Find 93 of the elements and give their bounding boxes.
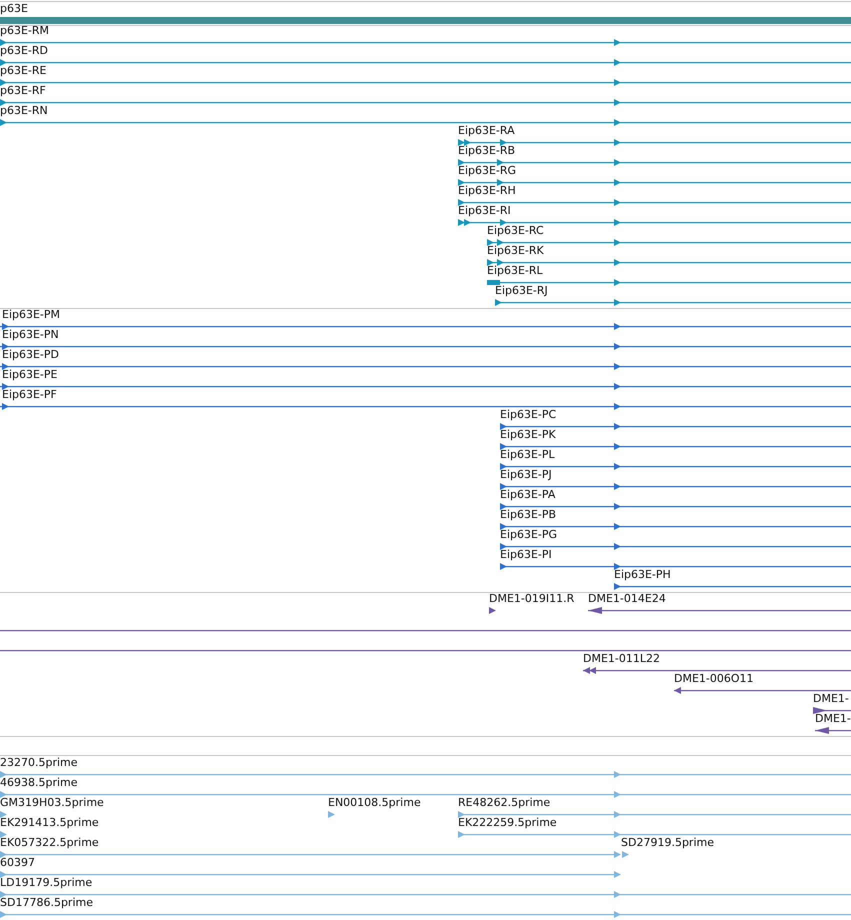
feature-label: Eip63E-RC bbox=[487, 224, 544, 238]
feature-track-drawing[interactable] bbox=[458, 219, 851, 226]
feature-track-drawing[interactable] bbox=[500, 423, 851, 430]
feature-track-drawing[interactable] bbox=[500, 523, 851, 530]
feature-label: SD17786.5prime bbox=[0, 896, 93, 910]
feature-track-drawing[interactable] bbox=[0, 771, 851, 778]
feature-label: Eip63E-PK bbox=[500, 428, 556, 442]
feature-track-drawing[interactable] bbox=[614, 583, 851, 590]
feature-track-drawing[interactable] bbox=[458, 139, 851, 146]
feature-track-drawing[interactable] bbox=[0, 791, 851, 798]
feature-label: Eip63E-RH bbox=[458, 184, 516, 198]
feature-track-drawing[interactable] bbox=[500, 563, 851, 570]
feature-track-drawing[interactable] bbox=[0, 99, 851, 106]
feature-track-drawing[interactable] bbox=[500, 463, 851, 470]
feature-track-drawing[interactable] bbox=[588, 607, 851, 614]
feature-track-drawing[interactable] bbox=[813, 707, 851, 714]
feature-track-drawing[interactable] bbox=[458, 159, 851, 166]
feature-label: Eip63E-PH bbox=[614, 568, 671, 582]
feature-track-drawing[interactable] bbox=[458, 831, 851, 838]
feature-label: Eip63E-PL bbox=[500, 448, 555, 462]
feature-label: DME1-011L22 bbox=[583, 652, 660, 666]
feature-track-drawing[interactable] bbox=[0, 911, 851, 918]
feature-label: Eip63E-RA bbox=[458, 124, 515, 138]
feature-label: Eip63E-RJ bbox=[495, 284, 548, 298]
feature-track-drawing[interactable] bbox=[500, 443, 851, 450]
feature-label: Eip63E-RL bbox=[487, 264, 543, 278]
feature-label: Eip63E-PD bbox=[2, 348, 60, 362]
feature-label: Eip63E-RB bbox=[458, 144, 516, 158]
feature-track-drawing[interactable] bbox=[0, 363, 851, 370]
feature-track-drawing[interactable] bbox=[583, 667, 851, 674]
feature-label: p63E-RE bbox=[0, 64, 46, 78]
feature-track-drawing[interactable] bbox=[489, 607, 496, 614]
feature-track-drawing[interactable] bbox=[487, 259, 851, 266]
feature-track-drawing[interactable] bbox=[0, 59, 851, 66]
feature-label: LD19179.5prime bbox=[0, 876, 92, 890]
feature-label: 60397 bbox=[0, 856, 35, 870]
feature-label: Eip63E-RI bbox=[458, 204, 511, 218]
feature-label: SD27919.5prime bbox=[621, 836, 714, 850]
feature-label: Eip63E-PE bbox=[2, 368, 58, 382]
feature-track-drawing[interactable] bbox=[0, 79, 851, 86]
feature-label: GM319H03.5prime bbox=[0, 796, 104, 810]
feature-label: EN00108.5prime bbox=[328, 796, 421, 810]
feature-track-drawing[interactable] bbox=[0, 343, 851, 350]
feature-label: Eip63E-PB bbox=[500, 508, 556, 522]
gene-label: p63E bbox=[0, 2, 28, 16]
feature-track-drawing[interactable] bbox=[328, 811, 335, 818]
feature-track-drawing[interactable] bbox=[487, 279, 851, 286]
feature-track-drawing[interactable] bbox=[487, 239, 851, 246]
feature-track-drawing[interactable] bbox=[0, 647, 851, 654]
feature-label: EK057322.5prime bbox=[0, 836, 99, 850]
feature-track-drawing[interactable] bbox=[0, 383, 851, 390]
feature-label: Eip63E-RG bbox=[458, 164, 516, 178]
feature-label: DME1- bbox=[815, 712, 851, 726]
feature-label: p63E-RF bbox=[0, 84, 46, 98]
feature-label: Eip63E-PI bbox=[500, 548, 552, 562]
feature-label: Eip63E-PF bbox=[2, 388, 57, 402]
feature-track-drawing[interactable] bbox=[0, 871, 621, 878]
feature-label: Eip63E-PJ bbox=[500, 468, 552, 482]
feature-track-drawing[interactable] bbox=[0, 811, 7, 818]
feature-label: p63E-RM bbox=[0, 24, 50, 38]
feature-label: Eip63E-PC bbox=[500, 408, 556, 422]
feature-label: EK222259.5prime bbox=[458, 816, 557, 830]
feature-track-drawing[interactable] bbox=[0, 119, 851, 126]
feature-label: EK291413.5prime bbox=[0, 816, 99, 830]
feature-label: DME1-019I11.R bbox=[489, 592, 574, 606]
feature-label: p63E-RD bbox=[0, 44, 48, 58]
feature-track-drawing[interactable] bbox=[500, 543, 851, 550]
feature-label: 23270.5prime bbox=[0, 756, 78, 770]
feature-track-drawing[interactable] bbox=[458, 179, 851, 186]
feature-track-drawing[interactable] bbox=[495, 299, 851, 306]
feature-track-drawing[interactable] bbox=[0, 403, 851, 410]
feature-track-drawing[interactable] bbox=[500, 503, 851, 510]
feature-label: 46938.5prime bbox=[0, 776, 78, 790]
feature-track-drawing[interactable] bbox=[0, 627, 851, 634]
feature-label: DME1-006O11 bbox=[674, 672, 754, 686]
feature-track-drawing[interactable] bbox=[0, 323, 851, 330]
feature-label: Eip63E-PN bbox=[2, 328, 59, 342]
feature-label: Eip63E-PG bbox=[500, 528, 558, 542]
feature-label: DME1- bbox=[813, 692, 849, 706]
feature-track-drawing[interactable] bbox=[674, 687, 851, 694]
feature-label: DME1-014E24 bbox=[588, 592, 666, 606]
feature-track-drawing[interactable] bbox=[0, 39, 851, 46]
feature-label: p63E-RN bbox=[0, 104, 48, 118]
feature-label: Eip63E-RK bbox=[487, 244, 544, 258]
feature-track-drawing[interactable] bbox=[815, 727, 851, 734]
feature-label: RE48262.5prime bbox=[458, 796, 550, 810]
feature-track-drawing[interactable] bbox=[500, 483, 851, 490]
feature-track-drawing[interactable] bbox=[0, 831, 7, 838]
feature-track-drawing[interactable] bbox=[458, 811, 851, 818]
feature-track-drawing[interactable] bbox=[0, 891, 851, 898]
feature-track-drawing[interactable] bbox=[458, 199, 851, 206]
feature-label: Eip63E-PA bbox=[500, 488, 556, 502]
feature-label: Eip63E-PM bbox=[2, 308, 60, 322]
